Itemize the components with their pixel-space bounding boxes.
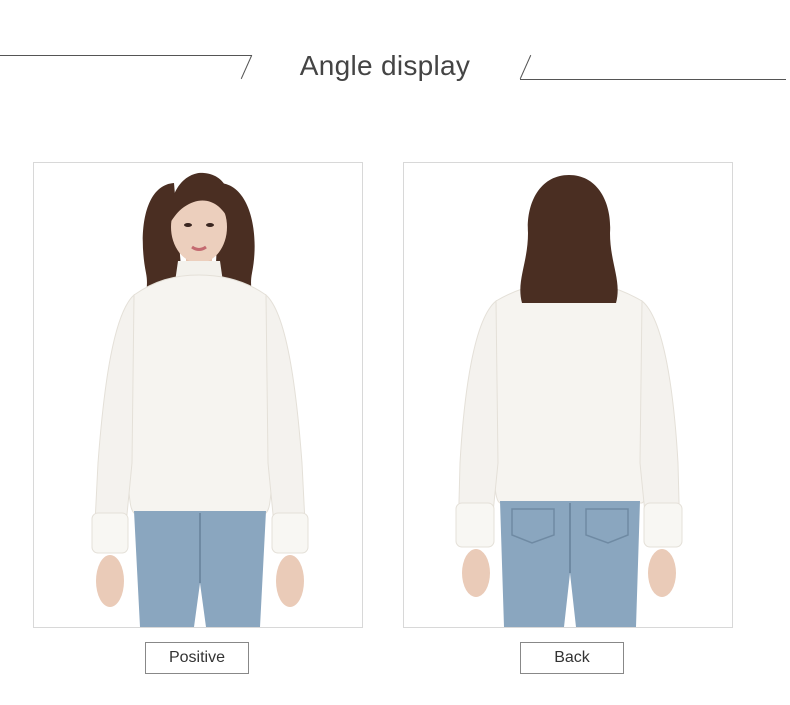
- header-left-line: [0, 55, 252, 56]
- back-view-image: [403, 162, 733, 628]
- page-title: Angle display: [299, 50, 471, 81]
- label-back: Back: [520, 642, 624, 674]
- front-view-image: [33, 162, 363, 628]
- label-positive: Positive: [145, 642, 249, 674]
- header-right-slash: [519, 54, 532, 80]
- back-view-figure: [455, 175, 683, 627]
- header-right-line: [520, 79, 786, 80]
- front-view-figure: [91, 172, 309, 627]
